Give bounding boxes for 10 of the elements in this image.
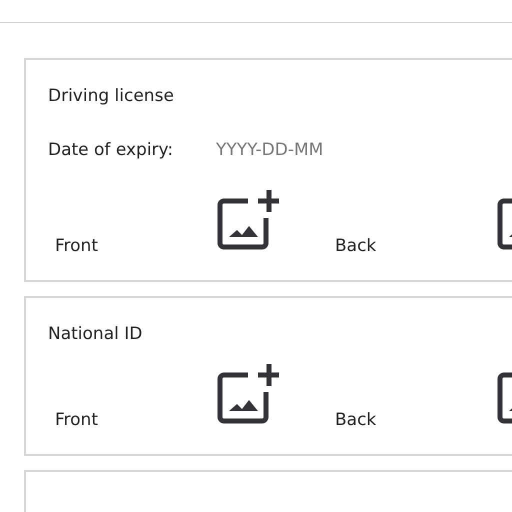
- expiry-label: Date of expiry:: [48, 140, 174, 160]
- side-label: Back: [334, 410, 378, 430]
- date-input-field[interactable]: YYYY-DD-MM: [216, 140, 416, 160]
- side-label: Front: [54, 410, 99, 430]
- card-title: Driving license: [48, 86, 174, 106]
- side-label: Front: [54, 236, 99, 256]
- add-image-icon[interactable]: [217, 364, 279, 424]
- side-label: Back: [334, 236, 378, 256]
- card-title: National ID: [48, 324, 142, 344]
- add-image-icon[interactable]: [217, 190, 279, 250]
